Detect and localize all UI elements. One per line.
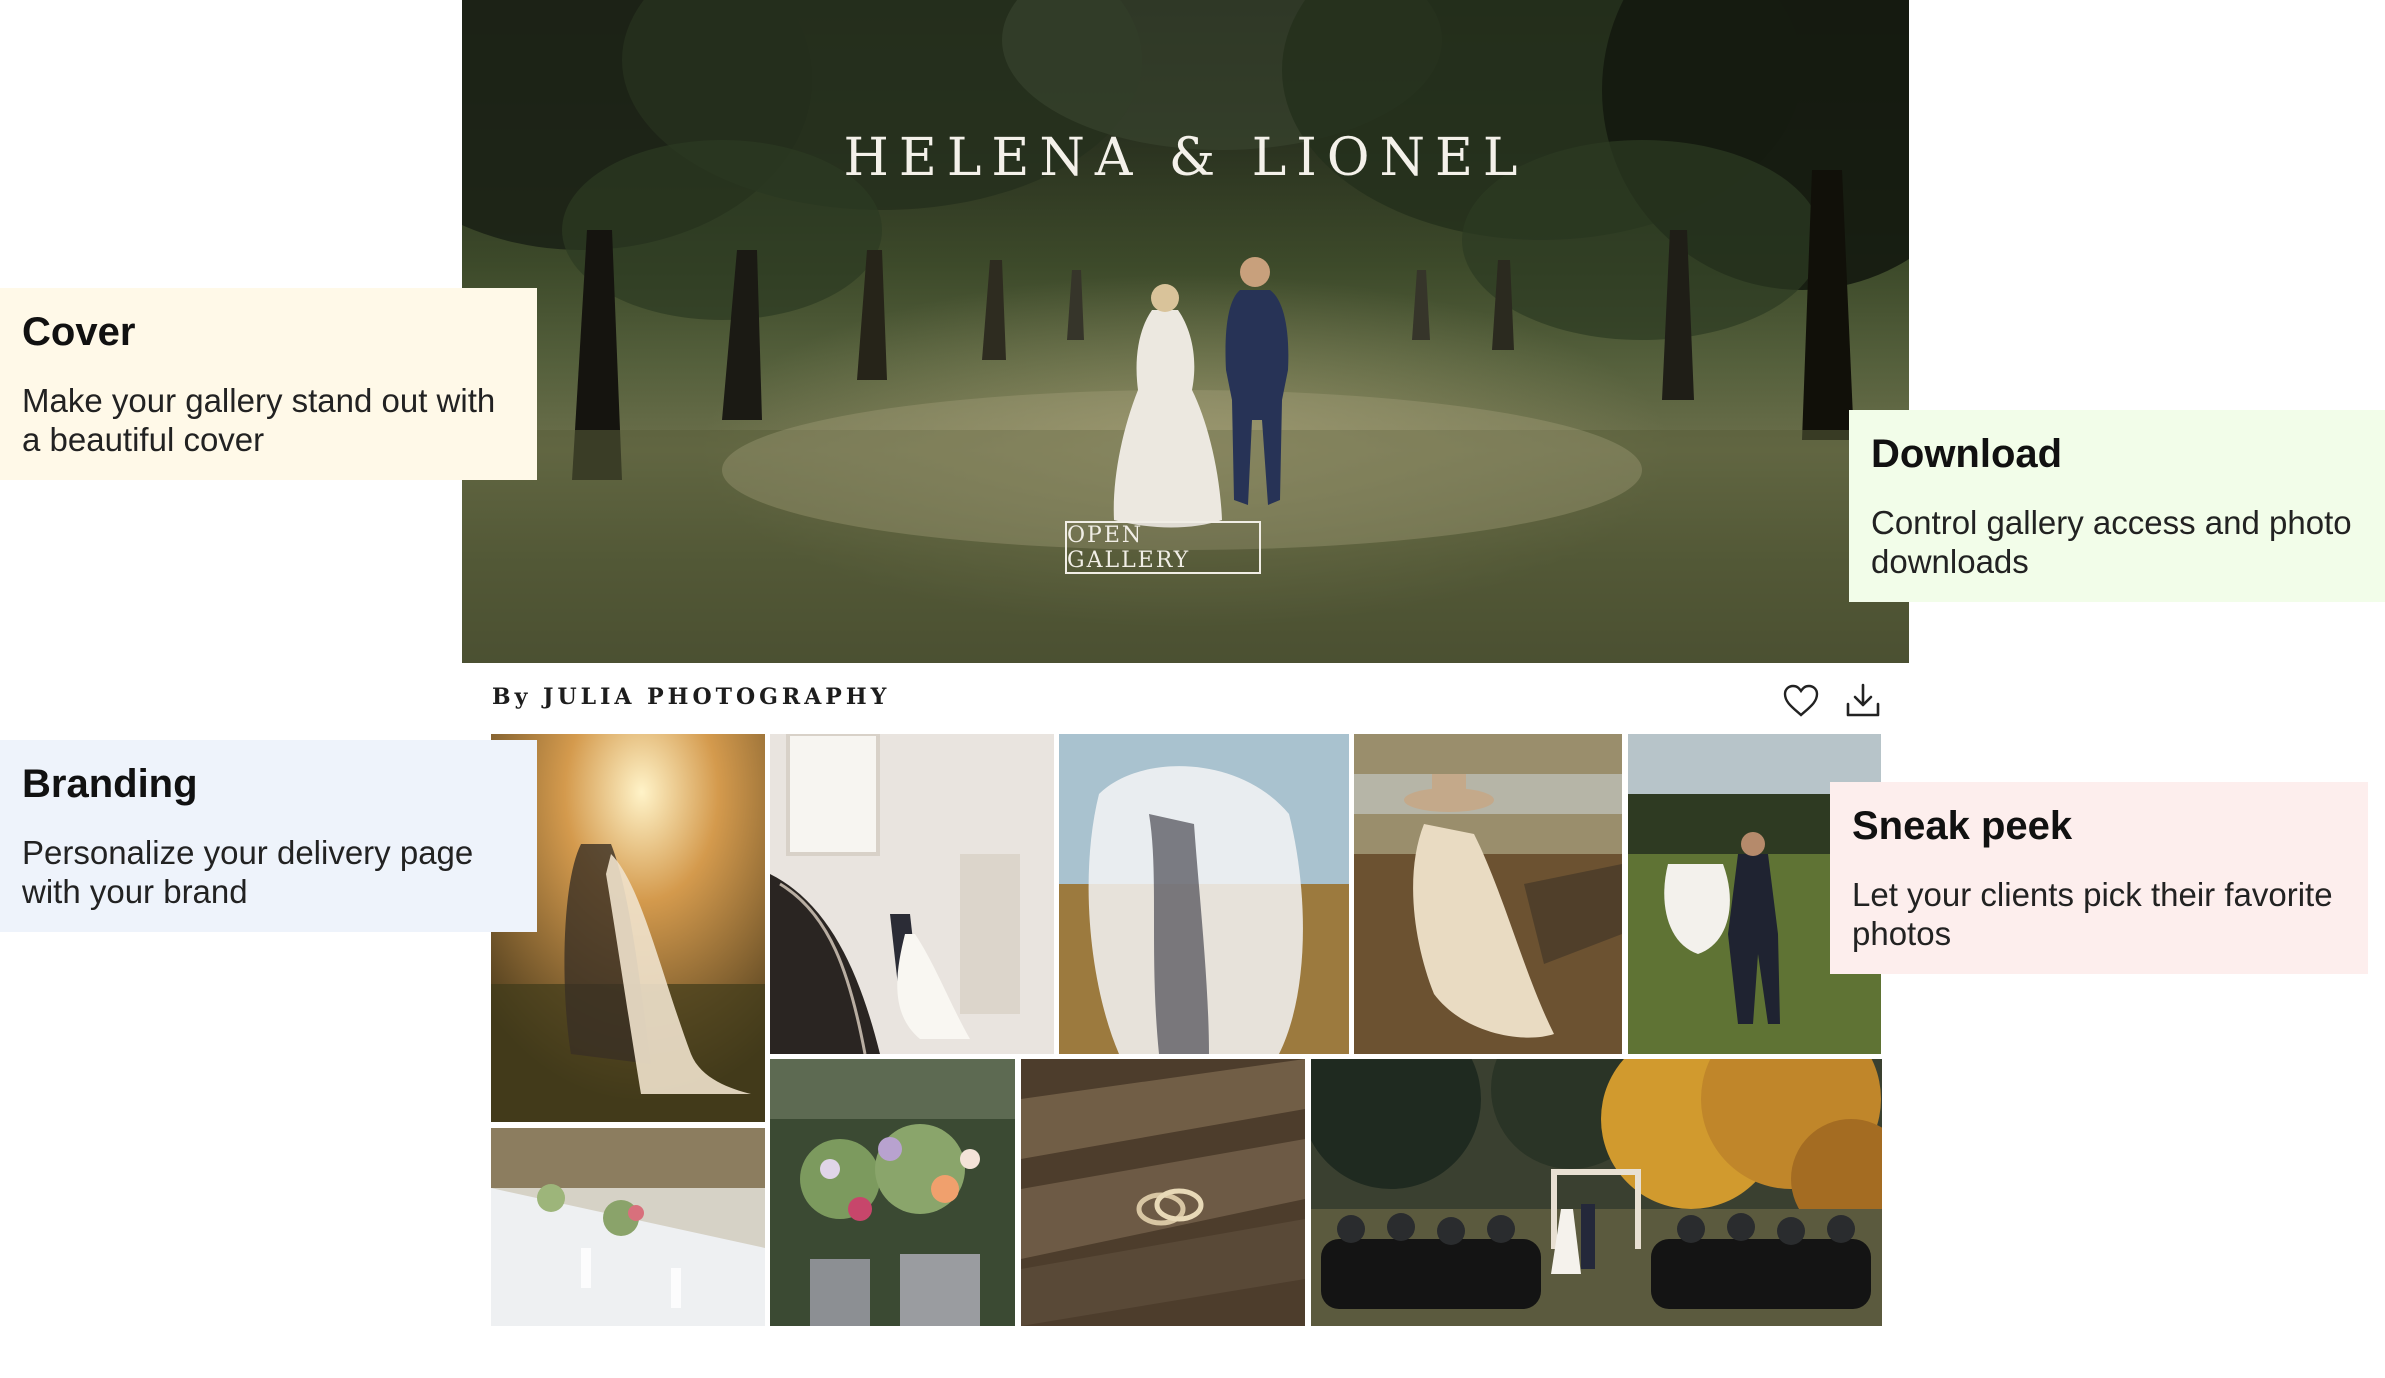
gallery-cover: HELENA & LIONEL OPEN GALLERY <box>462 0 1909 663</box>
hat-bride-photo[interactable] <box>1354 734 1622 1054</box>
feature-card-branding: Branding Personalize your delivery page … <box>0 740 537 932</box>
veil-kiss-photo[interactable] <box>1059 734 1349 1054</box>
feature-description-branding: Personalize your delivery page with your… <box>22 834 474 910</box>
feature-title-cover: Cover <box>22 310 136 354</box>
photographer-byline: By JULIA PHOTOGRAPHY <box>492 684 891 710</box>
feature-description-download: Control gallery access and photo downloa… <box>1871 504 2352 580</box>
rings-photo[interactable] <box>1021 1059 1305 1326</box>
download-icon[interactable] <box>1844 682 1882 720</box>
feature-card-cover: Cover Make your gallery stand out with a… <box>0 288 537 480</box>
feature-title-branding: Branding <box>22 762 198 806</box>
flower-bouquet-photo[interactable] <box>770 1059 1015 1326</box>
table-setting-photo[interactable] <box>491 1128 765 1326</box>
staircase-couple-photo[interactable] <box>770 734 1054 1054</box>
open-gallery-button[interactable]: OPEN GALLERY <box>1065 521 1261 574</box>
ceremony-photo[interactable] <box>1311 1059 1882 1326</box>
gallery-title: HELENA & LIONEL <box>843 128 1528 188</box>
feature-description-sneak-peek: Let your clients pick their favorite pho… <box>1852 876 2333 952</box>
feature-title-download: Download <box>1871 432 2063 476</box>
feature-card-download: Download Control gallery access and phot… <box>1849 410 2385 602</box>
heart-icon[interactable] <box>1782 682 1820 720</box>
feature-description-cover: Make your gallery stand out with a beaut… <box>22 382 496 458</box>
feature-title-sneak-peek: Sneak peek <box>1852 804 2073 848</box>
feature-card-sneak-peek: Sneak peek Let your clients pick their f… <box>1830 782 2368 974</box>
